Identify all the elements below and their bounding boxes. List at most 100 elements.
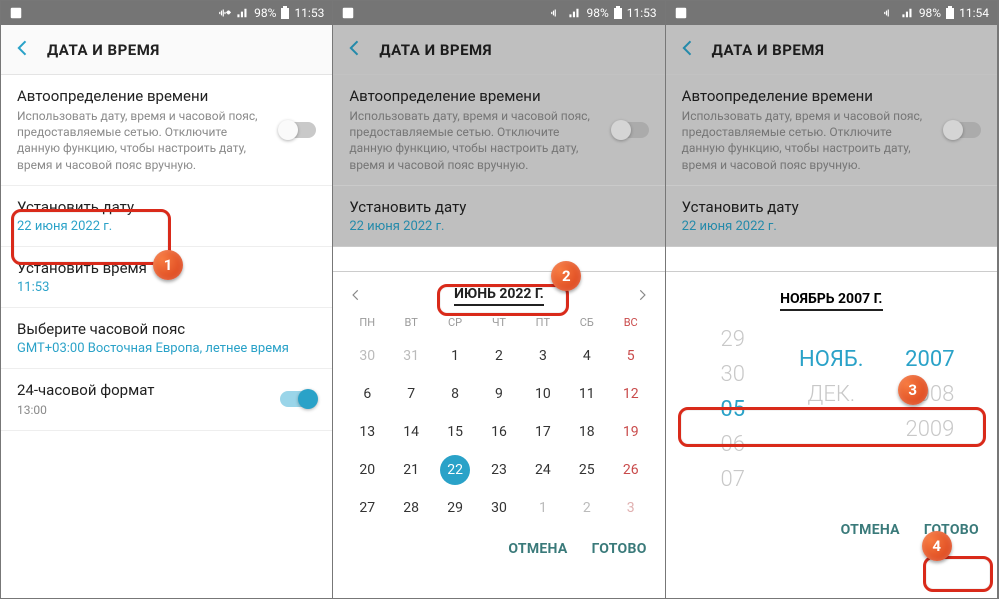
auto-label: Автоопределение времени xyxy=(17,87,272,105)
statusbar: 98% 11:53 xyxy=(333,1,664,25)
spinner-year[interactable]: 200720082009 xyxy=(889,327,971,492)
battery-icon xyxy=(613,6,623,20)
calendar-day[interactable]: 11 xyxy=(565,379,609,409)
calendar-day[interactable]: 10 xyxy=(521,379,565,409)
calendar-day[interactable]: 24 xyxy=(521,455,565,485)
screen-calendar: 98% 11:53 ДАТА И ВРЕМЯ Автоопределение в… xyxy=(333,1,665,598)
prev-month-button[interactable] xyxy=(349,287,363,306)
signal-icon xyxy=(901,6,915,20)
spinner-day[interactable]: 2930050607 xyxy=(692,327,774,492)
row-set-time[interactable]: Установить время 11:53 xyxy=(1,247,332,308)
battery-text: 98% xyxy=(254,6,276,20)
auto-desc: Использовать дату, время и часовой пояс,… xyxy=(17,108,272,173)
month-year-button[interactable]: ИЮНЬ 2022 Г. xyxy=(454,286,544,306)
clock-text: 11:53 xyxy=(294,6,324,20)
calendar-grid: ПНВТСРЧТПТСБВС30311234567891011121314151… xyxy=(333,316,664,529)
row-set-date: Установить дату 22 июня 2022 г. xyxy=(333,186,664,247)
cancel-button[interactable]: ОТМЕНА xyxy=(508,541,567,557)
calendar-day[interactable]: 9 xyxy=(477,379,521,409)
calendar-day[interactable]: 23 xyxy=(477,455,521,485)
setdate-label: Установить дату xyxy=(17,198,134,216)
calendar-day[interactable]: 14 xyxy=(389,417,433,447)
calendar-day[interactable]: 7 xyxy=(389,379,433,409)
back-button[interactable] xyxy=(345,38,365,62)
screen-settings: 98% 11:53 ДАТА И ВРЕМЯ Автоопределение в… xyxy=(1,1,333,598)
calendar-day[interactable]: 1 xyxy=(433,341,477,371)
calendar-day[interactable]: 30 xyxy=(345,341,389,371)
vibrate-icon xyxy=(218,6,232,20)
calendar-day[interactable]: 26 xyxy=(609,455,653,485)
calendar-day[interactable]: 30 xyxy=(477,493,521,523)
back-button[interactable] xyxy=(678,38,698,62)
calendar-day[interactable]: 16 xyxy=(477,417,521,447)
calendar-day[interactable]: 2 xyxy=(477,341,521,371)
date-spinner-dialog: НОЯБРЬ 2007 Г. 2930050607НОЯБ.ДЕК.200720… xyxy=(666,271,997,598)
date-picker-dialog: ИЮНЬ 2022 Г. ПНВТСРЧТПТСБВС3031123456789… xyxy=(333,271,664,598)
settime-label: Установить время xyxy=(17,259,147,277)
settime-value: 11:53 xyxy=(17,280,147,295)
calendar-day[interactable]: 21 xyxy=(389,455,433,485)
calendar-day[interactable]: 25 xyxy=(565,455,609,485)
calendar-day[interactable]: 19 xyxy=(609,417,653,447)
dow-header: ВС xyxy=(609,316,653,333)
calendar-day[interactable]: 20 xyxy=(345,455,389,485)
ok-button[interactable]: ГОТОВО xyxy=(924,522,979,538)
signal-icon xyxy=(568,6,582,20)
calendar-day[interactable]: 15 xyxy=(433,417,477,447)
calendar-day[interactable]: 1 xyxy=(521,493,565,523)
calendar-day[interactable]: 3 xyxy=(521,341,565,371)
calendar-day[interactable]: 22 xyxy=(440,455,470,485)
statusbar: 98% 11:53 xyxy=(1,1,332,25)
calendar-day[interactable]: 4 xyxy=(565,341,609,371)
calendar-day[interactable]: 28 xyxy=(389,493,433,523)
auto-toggle[interactable] xyxy=(280,122,316,138)
row-set-date: Установить дату 22 июня 2022 г. xyxy=(666,186,997,247)
appbar: ДАТА И ВРЕМЯ xyxy=(666,25,997,75)
calendar-day[interactable]: 3 xyxy=(609,493,653,523)
h24-value: 13:00 xyxy=(17,402,154,418)
appbar: ДАТА И ВРЕМЯ xyxy=(333,25,664,75)
calendar-day[interactable]: 12 xyxy=(609,379,653,409)
dow-header: СР xyxy=(433,316,477,333)
cancel-button[interactable]: ОТМЕНА xyxy=(841,522,900,538)
month-year-button[interactable]: НОЯБРЬ 2007 Г. xyxy=(780,291,882,311)
next-month-button[interactable] xyxy=(635,287,649,306)
battery-icon xyxy=(280,6,290,20)
dow-header: СБ xyxy=(565,316,609,333)
row-auto-time[interactable]: Автоопределение времени Использовать дат… xyxy=(1,75,332,186)
row-auto-time: Автоопределение времени Использовать дат… xyxy=(666,75,997,186)
calendar-day[interactable]: 6 xyxy=(345,379,389,409)
h24-label: 24-часовой формат xyxy=(17,381,154,399)
settings-list: Автоопределение времени Использовать дат… xyxy=(1,75,332,431)
dow-header: ЧТ xyxy=(477,316,521,333)
calendar-day[interactable]: 5 xyxy=(609,341,653,371)
calendar-day[interactable]: 8 xyxy=(433,379,477,409)
calendar-day[interactable]: 18 xyxy=(565,417,609,447)
signal-icon xyxy=(236,6,250,20)
tz-value: GMT+03:00 Восточная Европа, летнее время xyxy=(17,341,289,356)
statusbar: 98% 11:54 xyxy=(666,1,997,25)
row-24h[interactable]: 24-часовой формат 13:00 xyxy=(1,369,332,431)
h24-toggle[interactable] xyxy=(280,391,316,407)
page-title: ДАТА И ВРЕМЯ xyxy=(47,41,160,59)
dow-header: ПТ xyxy=(521,316,565,333)
calendar-day[interactable]: 2 xyxy=(565,493,609,523)
dow-header: ВТ xyxy=(389,316,433,333)
row-set-date[interactable]: Установить дату 22 июня 2022 г. xyxy=(1,186,332,247)
screen-spinner: 98% 11:54 ДАТА И ВРЕМЯ Автоопределение в… xyxy=(666,1,998,598)
vibrate-icon xyxy=(883,6,897,20)
dow-header: ПН xyxy=(345,316,389,333)
spinner-month[interactable]: НОЯБ.ДЕК. xyxy=(774,327,889,492)
row-auto-time: Автоопределение времени Использовать дат… xyxy=(333,75,664,186)
row-timezone[interactable]: Выберите часовой пояс GMT+03:00 Восточна… xyxy=(1,308,332,369)
calendar-day[interactable]: 27 xyxy=(345,493,389,523)
battery-icon xyxy=(945,6,955,20)
calendar-day[interactable]: 29 xyxy=(433,493,477,523)
calendar-day[interactable]: 13 xyxy=(345,417,389,447)
vibrate-icon xyxy=(550,6,564,20)
calendar-day[interactable]: 31 xyxy=(389,341,433,371)
appbar: ДАТА И ВРЕМЯ xyxy=(1,25,332,75)
ok-button[interactable]: ГОТОВО xyxy=(592,541,647,557)
back-button[interactable] xyxy=(13,38,33,62)
calendar-day[interactable]: 17 xyxy=(521,417,565,447)
